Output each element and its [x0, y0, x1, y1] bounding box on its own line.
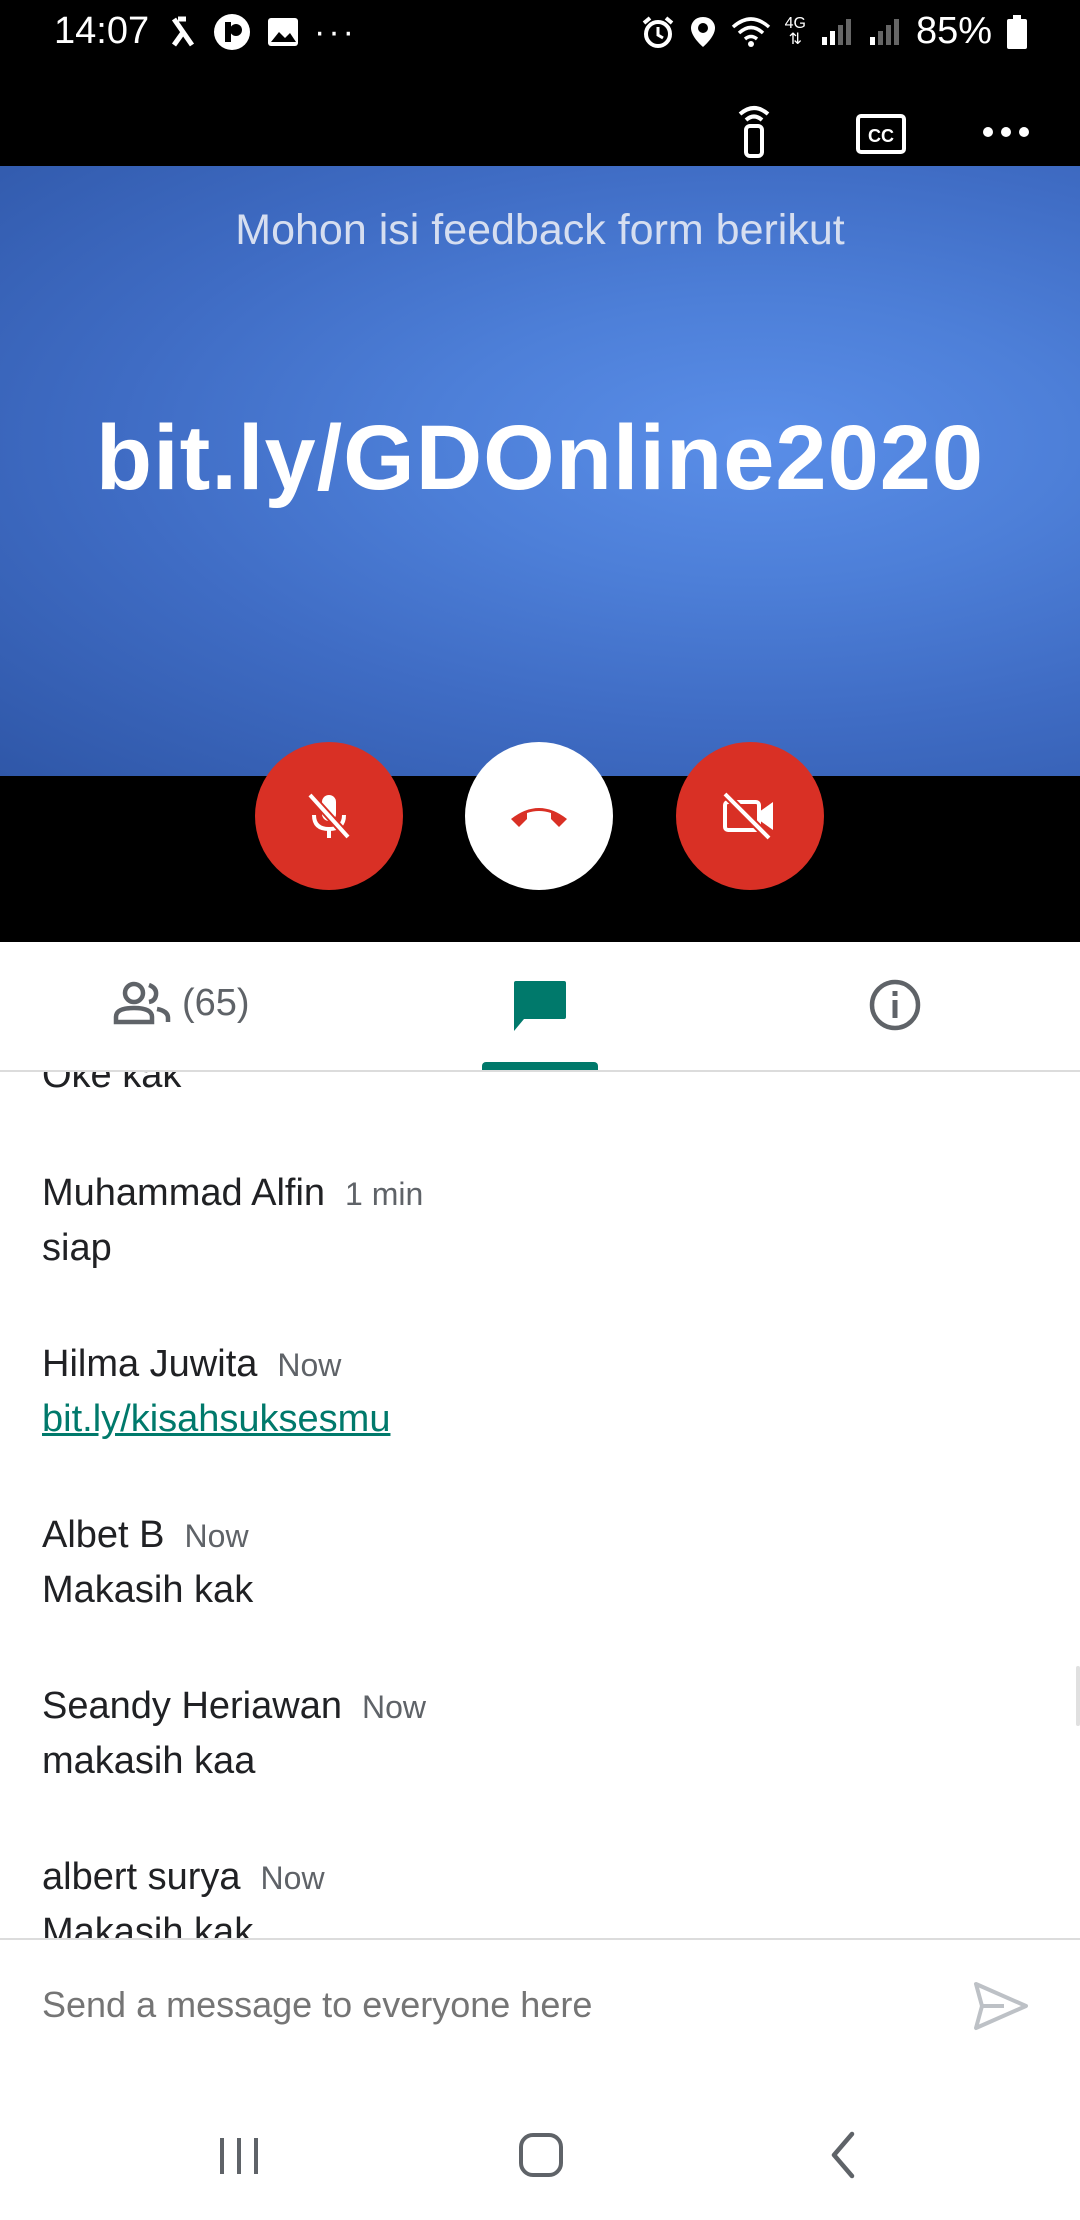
chat-scrollbar[interactable]	[1076, 1666, 1080, 1726]
status-time: 14:07	[54, 10, 150, 52]
system-indicators: 4G ⇅ 85%	[641, 10, 1028, 53]
tab-info[interactable]	[868, 978, 922, 1037]
hang-up-icon	[511, 808, 567, 827]
message-sender: Seandy Heriawan	[42, 1685, 342, 1727]
message-sender: Hilma Juwita	[42, 1343, 258, 1385]
message-input-bar	[0, 1938, 1080, 2100]
call-top-bar: CC	[0, 64, 1080, 166]
app-notification-icon	[171, 16, 195, 47]
camera-off-icon	[722, 791, 773, 841]
message-time: 1 min	[345, 1176, 424, 1212]
message-text: Oke kak	[42, 1072, 182, 1096]
message-link[interactable]: bit.ly/kisahsuksesmu	[42, 1398, 390, 1441]
message-time: Now	[361, 1689, 426, 1725]
wifi-icon	[731, 16, 770, 47]
send-button[interactable]	[972, 1980, 1030, 2037]
presentation-screen: Mohon isi feedback form berikut bit.ly/G…	[0, 166, 1080, 776]
system-navigation-bar	[0, 2098, 1080, 2220]
tab-chat[interactable]	[482, 942, 598, 1070]
chat-icon	[514, 981, 566, 1031]
signal-icon-1	[821, 18, 851, 45]
message-sender: albert surya	[42, 1856, 241, 1898]
people-count: (65)	[182, 981, 250, 1024]
closed-captions-icon: CC	[856, 114, 906, 154]
battery-icon	[1007, 14, 1027, 49]
message-sender: Albet B	[42, 1514, 165, 1556]
chat-message: Oke kak	[42, 1072, 181, 1097]
mic-toggle-button[interactable]	[255, 742, 403, 890]
message-text: Makasih kak	[42, 1911, 254, 1938]
home-button[interactable]	[518, 2132, 564, 2183]
more-options-icon	[983, 127, 1029, 137]
remote-control-button[interactable]	[734, 102, 774, 163]
slide-link: bit.ly/GDOnline2020	[95, 407, 985, 509]
slide-title: Mohon isi feedback form berikut	[235, 206, 845, 254]
gallery-icon	[268, 18, 298, 46]
status-bar: 14:07 ··· 4G ⇅ 85%	[0, 0, 1080, 64]
notification-icons: ···	[168, 12, 357, 52]
chat-message: Albet B Now Makasih kak	[42, 1514, 253, 1612]
chat-message: albert surya Now Makasih kak	[42, 1856, 325, 1938]
tab-people[interactable]: (65)	[112, 980, 250, 1026]
recent-apps-icon	[220, 2138, 258, 2174]
network-type: 4G ⇅	[784, 14, 806, 48]
svg-text:CC: CC	[868, 126, 894, 146]
more-options-button[interactable]	[982, 122, 1030, 147]
chat-message: Seandy Heriawan Now makasih kaa	[42, 1685, 426, 1783]
message-text: makasih kaa	[42, 1740, 256, 1782]
message-time: Now	[184, 1518, 249, 1554]
back-icon	[831, 2131, 855, 2179]
more-notifications-icon: ···	[314, 12, 357, 51]
home-icon	[519, 2133, 563, 2177]
remote-control-icon	[738, 106, 770, 158]
battery-level: 85%	[915, 10, 992, 52]
camera-toggle-button[interactable]	[676, 742, 824, 890]
chat-message-list[interactable]: Oke kak Muhammad Alfin 1 min siap Hilma J…	[0, 1072, 1080, 1938]
people-icon	[113, 981, 171, 1025]
message-time: Now	[277, 1347, 342, 1383]
message-text: siap	[42, 1227, 112, 1269]
message-input[interactable]	[42, 1984, 922, 2026]
panel-tabs: (65)	[0, 942, 1080, 1072]
back-button[interactable]	[828, 2130, 858, 2185]
message-sender: Muhammad Alfin	[42, 1172, 326, 1214]
send-icon	[974, 1982, 1028, 2030]
captions-button[interactable]: CC	[856, 114, 906, 159]
active-tab-indicator	[482, 1062, 598, 1070]
pocket-icon	[214, 14, 250, 50]
location-icon	[690, 16, 715, 47]
chat-message: Hilma Juwita Now bit.ly/kisahsuksesmu	[42, 1343, 390, 1441]
hang-up-button[interactable]	[465, 742, 613, 890]
message-time: Now	[260, 1860, 325, 1896]
signal-icon-2	[869, 18, 899, 45]
alarm-icon	[642, 15, 673, 48]
recent-apps-button[interactable]	[218, 2136, 260, 2181]
message-text: Makasih kak	[42, 1569, 254, 1611]
chat-message: Muhammad Alfin 1 min siap	[42, 1172, 423, 1270]
info-icon	[869, 979, 921, 1031]
mic-off-icon	[307, 792, 351, 840]
